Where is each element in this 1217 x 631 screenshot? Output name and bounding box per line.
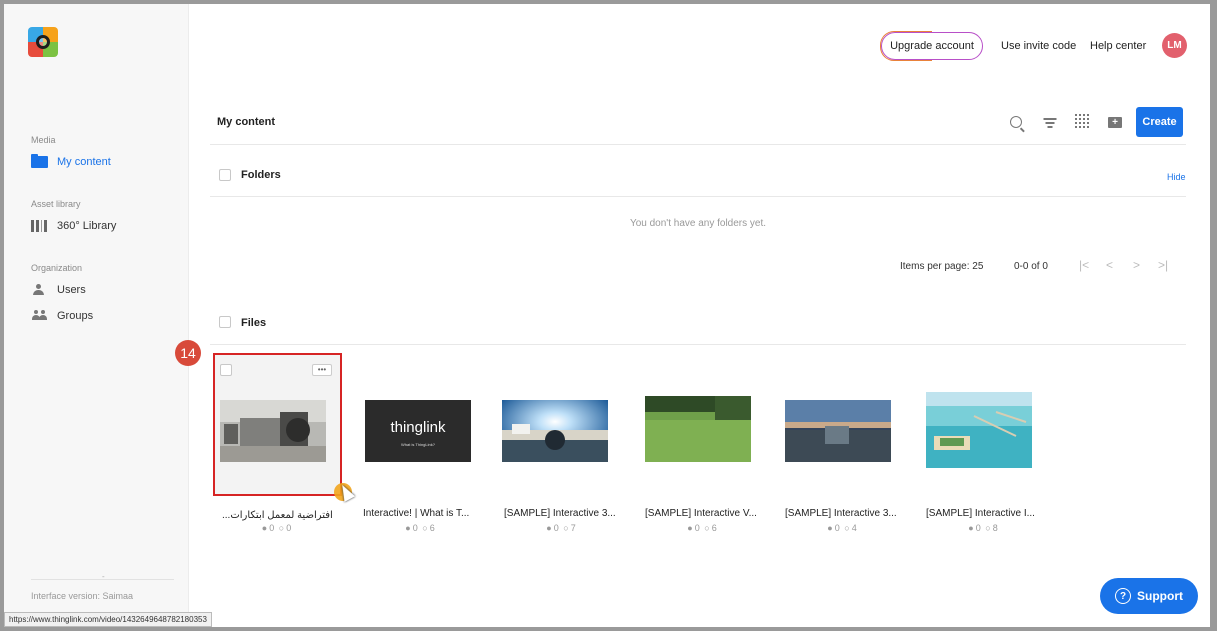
file-thumbnail[interactable] — [926, 392, 1032, 468]
views-icon: ● — [546, 523, 552, 533]
thinglink-logo[interactable] — [28, 27, 58, 57]
divider — [210, 344, 1186, 345]
file-stats: ● 0 ○ 6 — [687, 523, 717, 533]
library-icon — [31, 220, 48, 232]
folder-icon — [31, 154, 48, 168]
likes-icon: ○ — [844, 523, 850, 533]
file-stats: ● 0 ○ 7 — [546, 523, 576, 533]
status-url: https://www.thinglink.com/video/14326496… — [4, 612, 212, 627]
likes-icon: ○ — [278, 523, 285, 533]
next-page-icon[interactable]: > — [1133, 258, 1140, 272]
likes-icon: ○ — [422, 523, 428, 533]
page-title: My content — [217, 116, 276, 128]
likes-icon: ○ — [985, 523, 991, 533]
sidebar-divider — [31, 579, 174, 580]
avatar[interactable]: LM — [1162, 33, 1187, 58]
sidebar-item-label: Users — [57, 284, 86, 296]
views-icon: ● — [968, 523, 974, 533]
thumbnail-sub-text: What is ThingLink? — [401, 442, 436, 447]
likes-icon: ○ — [704, 523, 710, 533]
organization-section-title: Organization — [31, 263, 83, 273]
folders-select-all-checkbox[interactable] — [219, 169, 231, 181]
file-name[interactable]: Interactive! | What is T... — [363, 508, 493, 519]
new-folder-icon[interactable]: + — [1108, 117, 1122, 128]
sidebar-item-label: My content — [57, 156, 111, 168]
sidebar-item-360-library[interactable]: 360° Library — [31, 218, 116, 234]
items-per-page[interactable]: Items per page: 25 — [900, 261, 983, 272]
likes-icon: ○ — [563, 523, 569, 533]
file-thumbnail[interactable]: thinglink What is ThingLink? — [365, 400, 471, 462]
grid-view-icon[interactable] — [1075, 114, 1089, 128]
group-icon — [31, 310, 48, 322]
help-center-link[interactable]: Help center — [1090, 40, 1146, 52]
files-heading: Files — [241, 317, 267, 329]
user-icon — [31, 284, 48, 296]
page-range: 0-0 of 0 — [1014, 261, 1048, 272]
first-page-icon[interactable]: |< — [1079, 258, 1089, 272]
file-name[interactable]: [SAMPLE] Interactive 3... — [504, 508, 634, 519]
sidebar-item-groups[interactable]: Groups — [31, 308, 93, 324]
views-icon: ● — [261, 523, 268, 533]
file-name[interactable]: افتراضية لمعمل ابتكارات... — [222, 510, 352, 521]
create-button[interactable]: Create — [1136, 107, 1183, 137]
support-label: Support — [1137, 589, 1183, 603]
step-badge: 14 — [175, 340, 201, 366]
file-stats: ● 0 ○ 0 — [261, 523, 292, 533]
media-section-title: Media — [31, 135, 56, 145]
file-stats: ● 0 ○ 8 — [968, 523, 998, 533]
prev-page-icon[interactable]: < — [1106, 258, 1113, 272]
file-name[interactable]: [SAMPLE] Interactive V... — [645, 508, 775, 519]
file-name[interactable]: [SAMPLE] Interactive 3... — [785, 508, 915, 519]
thumbnail-brand-text: thinglink — [390, 419, 446, 436]
hide-folders-link[interactable]: Hide — [1167, 172, 1186, 182]
support-button[interactable]: ? Support — [1100, 578, 1198, 614]
files-select-all-checkbox[interactable] — [219, 316, 231, 328]
upgrade-account-button[interactable]: Upgrade account — [880, 31, 983, 61]
use-invite-code-link[interactable]: Use invite code — [1001, 40, 1076, 52]
divider — [210, 196, 1186, 197]
search-icon[interactable] — [1010, 116, 1022, 128]
empty-folders-message: You don't have any folders yet. — [629, 218, 767, 229]
file-stats: ● 0 ○ 6 — [405, 523, 435, 533]
filter-icon[interactable] — [1043, 118, 1056, 128]
file-thumbnail[interactable] — [785, 400, 891, 462]
views-icon: ● — [405, 523, 411, 533]
interface-version: Interface version: Saimaa — [31, 591, 134, 601]
sidebar-item-label: Groups — [57, 310, 94, 322]
views-icon: ● — [687, 523, 693, 533]
file-thumbnail[interactable] — [502, 400, 608, 462]
last-page-icon[interactable]: >| — [1158, 258, 1168, 272]
question-icon: ? — [1115, 588, 1131, 604]
sidebar: Media My content Asset library 360° Libr… — [4, 4, 189, 627]
selected-file-highlight — [213, 353, 342, 496]
file-stats: ● 0 ○ 4 — [827, 523, 857, 533]
views-icon: ● — [827, 523, 833, 533]
file-thumbnail[interactable] — [645, 396, 751, 462]
folders-heading: Folders — [241, 169, 281, 181]
sidebar-item-label: 360° Library — [57, 220, 117, 232]
sidebar-item-my-content[interactable]: My content — [31, 154, 111, 170]
asset-library-section-title: Asset library — [31, 199, 81, 209]
sidebar-item-users[interactable]: Users — [31, 282, 86, 298]
app-window: Media My content Asset library 360° Libr… — [4, 4, 1210, 627]
divider — [210, 144, 1186, 145]
file-name[interactable]: [SAMPLE] Interactive I... — [926, 508, 1056, 519]
